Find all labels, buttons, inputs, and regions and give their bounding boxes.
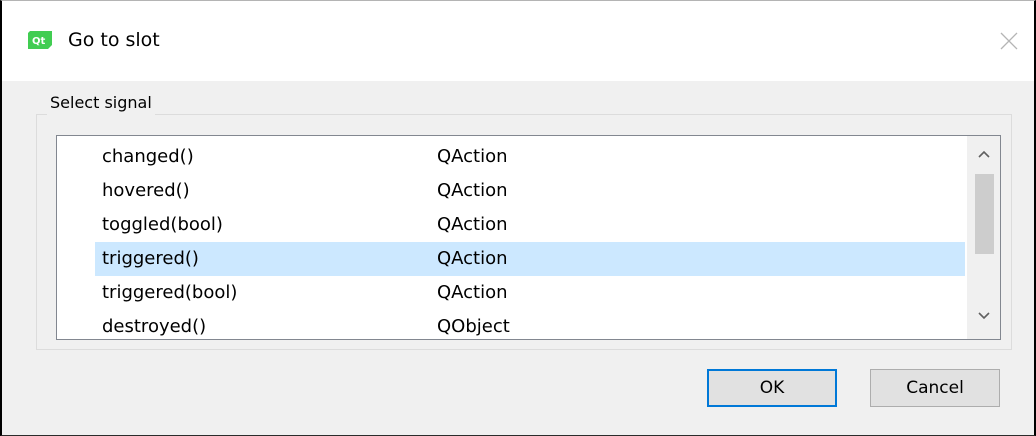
signal-class: QObject [437,316,510,337]
signal-class: QAction [437,282,508,303]
signal-class: QAction [437,146,508,167]
signal-name: destroyed() [102,316,207,337]
signal-row-selected[interactable]: triggered() QAction [95,242,965,276]
qt-icon: Qt [27,30,53,50]
vertical-scrollbar[interactable] [967,136,1000,339]
signal-class: QAction [437,248,508,269]
signal-row[interactable]: destroyed() QObject [95,310,965,339]
signal-class: QAction [437,180,508,201]
chevron-up-icon [977,144,991,163]
signal-row[interactable]: hovered() QAction [95,174,965,208]
signal-list[interactable]: changed() QAction hovered() QAction togg… [56,135,1001,340]
close-button[interactable] [986,15,1032,65]
go-to-slot-dialog: Qt Go to slot Select signal changed() QA… [0,0,1036,436]
signal-name: changed() [102,146,194,167]
signal-row[interactable]: triggered(bool) QAction [95,276,965,310]
signal-name: triggered() [102,248,199,269]
signal-name: toggled(bool) [102,214,223,235]
cancel-button[interactable]: Cancel [870,369,1000,407]
title-bar: Qt Go to slot [2,1,1034,81]
close-icon [986,32,1032,69]
signal-name: triggered(bool) [102,282,238,303]
signal-class: QAction [437,214,508,235]
chevron-down-icon [977,306,991,325]
scroll-thumb[interactable] [975,174,994,254]
svg-text:Qt: Qt [32,36,46,47]
group-title: Select signal [47,91,155,115]
ok-button[interactable]: OK [707,369,837,407]
signal-row[interactable]: changed() QAction [95,140,965,174]
window-title: Go to slot [68,29,160,51]
scroll-up-button[interactable] [967,136,1000,170]
signal-row[interactable]: toggled(bool) QAction [95,208,965,242]
scroll-down-button[interactable] [967,298,1000,332]
signal-name: hovered() [102,180,190,201]
